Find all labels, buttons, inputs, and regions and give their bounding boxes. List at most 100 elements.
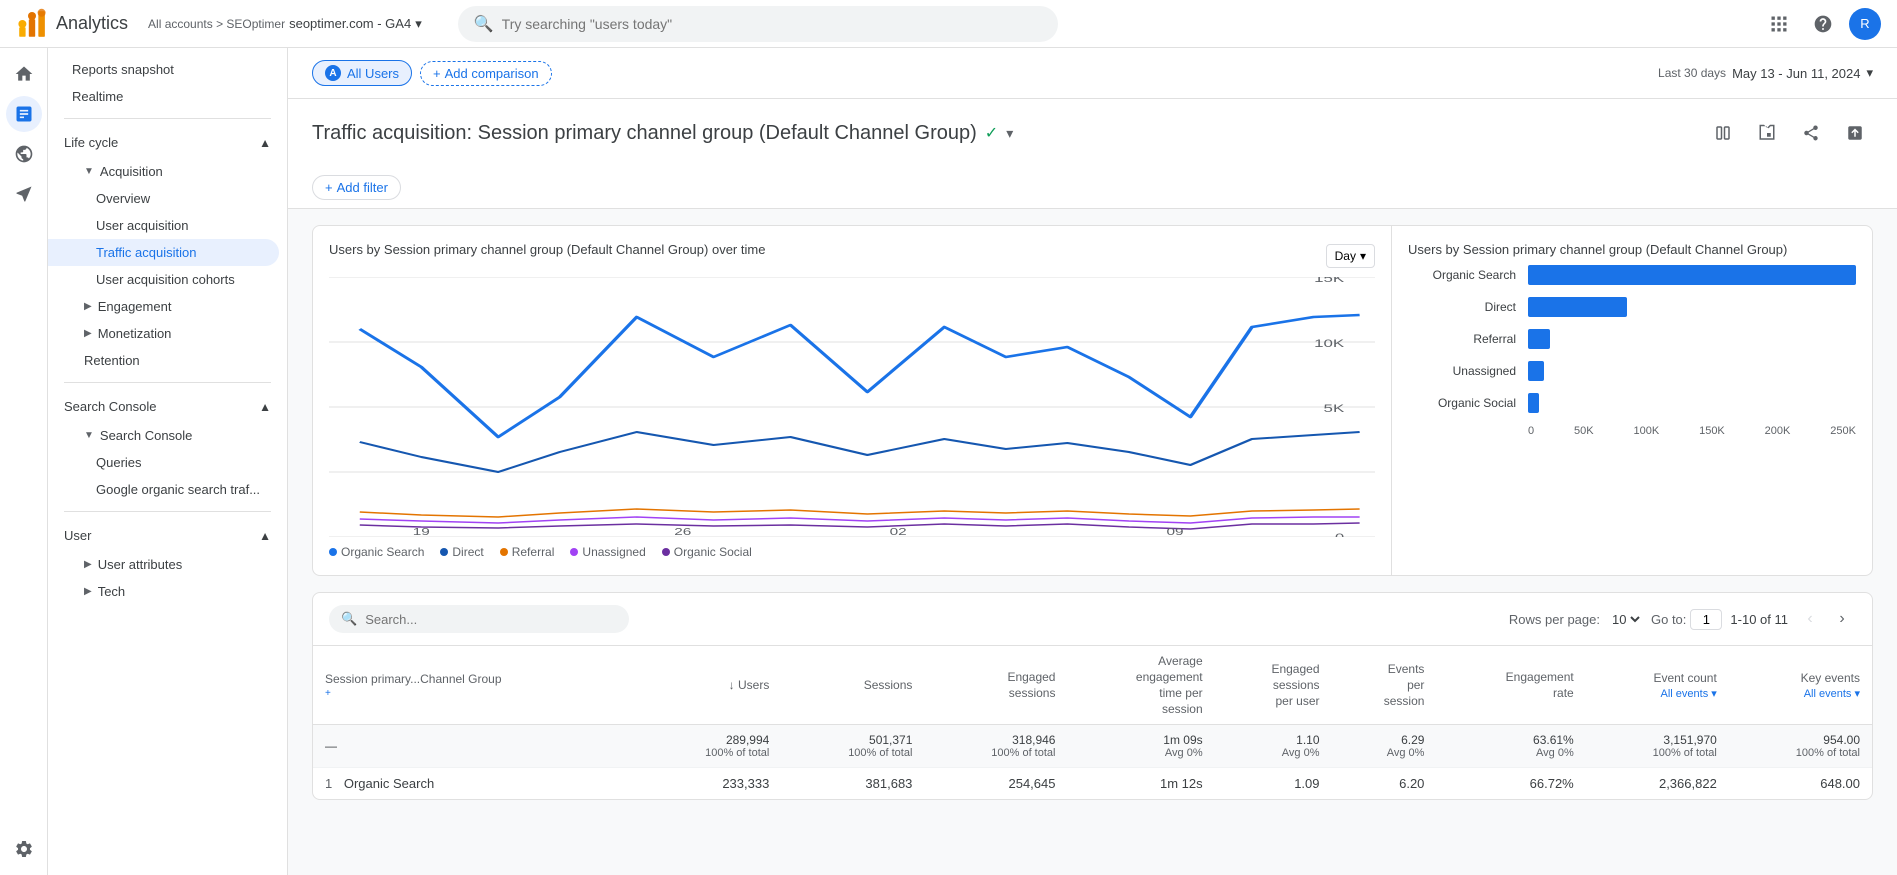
search-bar[interactable]: 🔍 [458, 6, 1058, 42]
rows-per-page-label: Rows per page: [1509, 612, 1600, 627]
col-sessions[interactable]: Sessions [781, 646, 924, 725]
legend-dot-unassigned [570, 548, 578, 556]
avatar[interactable]: R [1849, 8, 1881, 40]
rows-per-page-select[interactable]: 10 25 50 [1608, 611, 1643, 628]
sidebar-item-user-acquisition[interactable]: User acquisition [48, 212, 279, 239]
lifecycle-label: Life cycle [64, 135, 118, 150]
col-engaged-per-user[interactable]: Engaged sessions per user [1215, 646, 1332, 725]
sidebar-item-user-cohorts[interactable]: User acquisition cohorts [48, 266, 279, 293]
line-chart-container: Users by Session primary channel group (… [313, 226, 1392, 575]
total-key-events: 954.00 100% of total [1729, 725, 1872, 768]
sidebar-item-search-console[interactable]: ▼ Search Console [48, 422, 279, 449]
table-search-icon: 🔍 [341, 611, 357, 627]
table-search-input[interactable] [365, 612, 565, 627]
day-selector-label: Day [1335, 249, 1356, 263]
col-key-events[interactable]: Key events All events ▾ [1729, 646, 1872, 725]
bar-fill-referral [1528, 329, 1550, 349]
col-users[interactable]: ↓ Users [638, 646, 781, 725]
total-sessions: 501,371 100% of total [781, 725, 924, 768]
row1-event-count: 2,366,822 [1586, 768, 1729, 800]
legend-organic-search: Organic Search [329, 545, 424, 559]
day-selector[interactable]: Day ▾ [1326, 244, 1375, 268]
account-path: All accounts > SEOptimer [148, 17, 285, 31]
reports-nav-icon[interactable] [6, 96, 42, 132]
bar-row-unassigned: Unassigned [1408, 361, 1856, 381]
user-section[interactable]: User ▲ [48, 520, 287, 551]
analytics-logo [16, 8, 48, 40]
row1-label: 1 Organic Search [313, 768, 638, 800]
col-events-per-session[interactable]: Events per session [1332, 646, 1437, 725]
title-dropdown-icon[interactable]: ▾ [1006, 125, 1013, 142]
line-chart-title: Users by Session primary channel group (… [329, 242, 765, 257]
all-users-chip[interactable]: A All Users [312, 60, 412, 86]
next-page-button[interactable]: › [1828, 605, 1856, 633]
sidebar-item-reports-snapshot[interactable]: Reports snapshot [48, 56, 279, 83]
sidebar-item-engagement[interactable]: ▶ Engagement [48, 293, 279, 320]
filter-bar: A All Users + Add comparison Last 30 day… [288, 48, 1897, 99]
apps-button[interactable] [1761, 6, 1797, 42]
col-engaged-sessions[interactable]: Engaged sessions [924, 646, 1067, 725]
search-console-section-label: Search Console [64, 399, 157, 414]
admin-nav-icon[interactable] [6, 831, 42, 867]
add-filter-button[interactable]: + Add filter [312, 175, 401, 200]
lifecycle-section[interactable]: Life cycle ▲ [48, 127, 287, 158]
bar-label-direct: Direct [1408, 300, 1528, 314]
save-report-button[interactable] [1749, 115, 1785, 151]
help-button[interactable] [1805, 6, 1841, 42]
explore-nav-icon[interactable] [6, 136, 42, 172]
comparison-view-button[interactable] [1705, 115, 1741, 151]
user-attributes-expand-icon: ▶ [84, 559, 92, 570]
prev-page-button[interactable]: ‹ [1796, 605, 1824, 633]
sidebar-item-monetization[interactable]: ▶ Monetization [48, 320, 279, 347]
pagination-info: 1-10 of 11 [1730, 612, 1788, 627]
sidebar-item-traffic-acquisition[interactable]: Traffic acquisition [48, 239, 279, 266]
goto-section: Go to: [1651, 609, 1722, 630]
account-selector[interactable]: All accounts > SEOptimer seoptimer.com -… [140, 12, 430, 36]
total-engagement-rate: 63.61% Avg 0% [1436, 725, 1585, 768]
advertising-nav-icon[interactable] [6, 176, 42, 212]
sidebar-item-queries[interactable]: Queries [48, 449, 279, 476]
all-users-chip-icon: A [325, 65, 341, 81]
nav-divider-3 [64, 511, 271, 512]
user-attributes-label: User attributes [98, 557, 183, 572]
filter-row: + Add filter [288, 167, 1897, 209]
total-label: — [313, 725, 638, 768]
day-selector-icon: ▾ [1360, 249, 1366, 263]
chart-legend: Organic Search Direct Referral Unassigne… [329, 545, 1375, 559]
svg-text:26: 26 [674, 526, 691, 537]
header-actions: R [1761, 6, 1881, 42]
col-avg-time[interactable]: Average engagement time per session [1067, 646, 1214, 725]
goto-input[interactable] [1690, 609, 1722, 630]
goto-label: Go to: [1651, 612, 1686, 627]
sidebar-item-user-attributes[interactable]: ▶ User attributes [48, 551, 279, 578]
rows-per-page: Rows per page: 10 25 50 [1509, 611, 1643, 628]
search-input[interactable] [502, 16, 1042, 32]
table-search[interactable]: 🔍 [329, 605, 629, 633]
sidebar-item-overview[interactable]: Overview [48, 185, 279, 212]
home-nav-icon[interactable] [6, 56, 42, 92]
search-console-expand-icon: ▼ [84, 430, 94, 441]
add-comparison-button[interactable]: + Add comparison [420, 61, 552, 86]
col-channel-group[interactable]: Session primary...Channel Group + [313, 646, 638, 725]
row1-events-per-session: 6.20 [1332, 768, 1437, 800]
total-users: 289,994 100% of total [638, 725, 781, 768]
sidebar-item-retention[interactable]: Retention [48, 347, 279, 374]
sidebar-item-tech[interactable]: ▶ Tech [48, 578, 279, 605]
sidebar-item-realtime[interactable]: Realtime [48, 83, 279, 110]
share-button[interactable] [1793, 115, 1829, 151]
total-avg-time: 1m 09s Avg 0% [1067, 725, 1214, 768]
row1-avg-time: 1m 12s [1067, 768, 1214, 800]
svg-text:15K: 15K [1314, 277, 1345, 285]
legend-direct: Direct [440, 545, 483, 559]
legend-organic-social: Organic Social [662, 545, 752, 559]
sidebar-item-acquisition[interactable]: ▼ Acquisition [48, 158, 279, 185]
date-range-label: Last 30 days [1658, 66, 1726, 80]
date-range-selector[interactable]: Last 30 days May 13 - Jun 11, 2024 ▾ [1658, 65, 1873, 81]
col-event-count[interactable]: Event count All events ▾ [1586, 646, 1729, 725]
table-total-row: — 289,994 100% of total 501,371 100% of … [313, 725, 1872, 768]
search-console-section[interactable]: Search Console ▲ [48, 391, 287, 422]
sidebar-item-google-organic[interactable]: Google organic search traf... [48, 476, 279, 503]
col-engagement-rate[interactable]: Engagement rate [1436, 646, 1585, 725]
add-comparison-icon: + [433, 66, 441, 81]
more-button[interactable] [1837, 115, 1873, 151]
